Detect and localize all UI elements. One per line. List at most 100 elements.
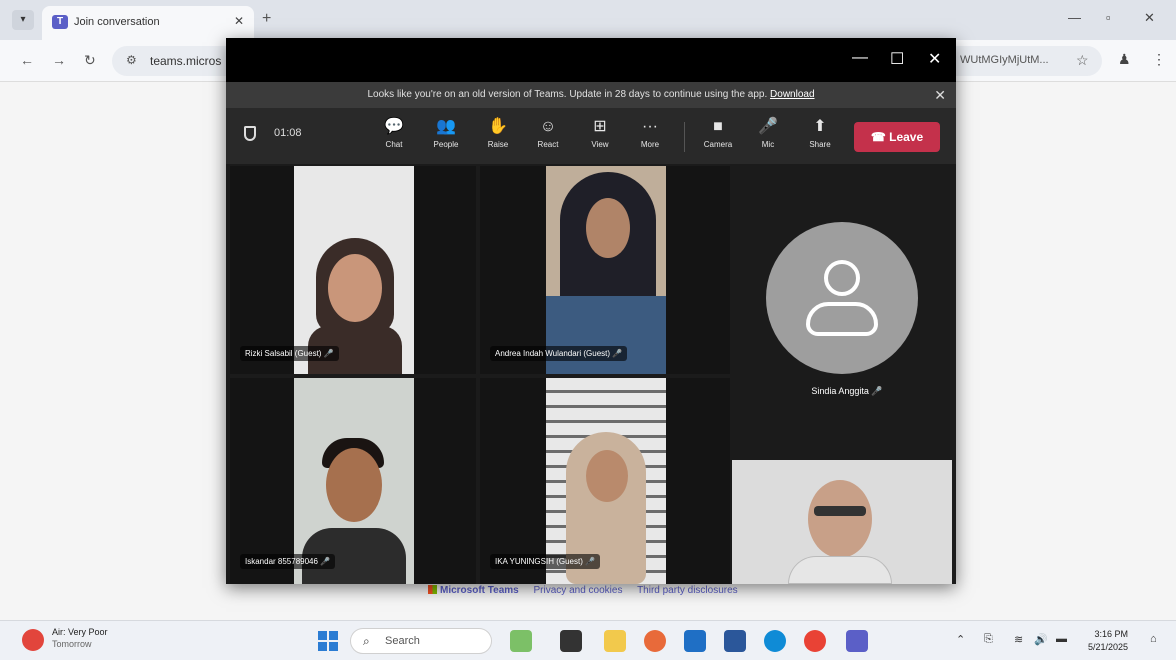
mic-muted-icon: 🎤 (323, 349, 334, 358)
raise-hand-button[interactable]: ✋ Raise (476, 116, 520, 149)
share-icon: ⬆ (813, 118, 827, 135)
taskbar-search[interactable]: ⌕ Search (350, 628, 492, 654)
back-icon[interactable]: ← (20, 52, 34, 68)
glasses-icon (814, 506, 866, 516)
update-banner: Looks like you're on an old version of T… (226, 82, 956, 108)
participant-name-tag: Andrea Indah Wulandari (Guest) 🎤 (490, 346, 628, 361)
site-info-icon[interactable]: ⚙ (126, 53, 137, 67)
hand-icon: ✋ (488, 118, 508, 135)
teams-maximize-icon[interactable]: ☐ (890, 49, 904, 69)
tab-close-icon[interactable]: ✕ (234, 14, 244, 28)
mic-muted-icon: 🎤 (320, 557, 331, 566)
word-icon[interactable] (724, 630, 746, 652)
participant-shoulders (546, 296, 666, 374)
mail-icon[interactable] (684, 630, 706, 652)
chrome-icon[interactable] (804, 630, 826, 652)
download-link[interactable]: Download (770, 89, 814, 100)
participant-video (294, 166, 414, 374)
notification-icon[interactable]: ⌂ (1150, 633, 1157, 645)
maximize-icon[interactable]: ▫ (1106, 10, 1111, 25)
participant-face (586, 198, 630, 258)
system-clock[interactable]: 3:16 PM 5/21/2025 (1088, 628, 1128, 654)
teams-minimize-icon[interactable]: — (852, 49, 868, 67)
photos-icon[interactable] (644, 630, 666, 652)
meeting-controls-bar: 01:08 💬 Chat 👥 People ✋ Raise ☺ React ⊞ … (226, 108, 956, 164)
people-button[interactable]: 👥 People (424, 116, 468, 149)
people-icon: 👥 (436, 118, 456, 135)
more-dots-icon: ··· (642, 118, 658, 135)
mic-muted-icon: 🎤 (585, 557, 596, 566)
mic-button[interactable]: 🎤 Mic (746, 116, 790, 149)
url-text-right: WUtMGIyMjUtM... (960, 54, 1049, 66)
teams-icon[interactable] (846, 630, 868, 652)
task-view-icon[interactable] (560, 630, 582, 652)
close-window-icon[interactable]: ✕ (1144, 10, 1155, 26)
footer-links: Microsoft Teams Privacy and cookies Thir… (428, 585, 750, 596)
video-stage: Rizki Salsabil (Guest) 🎤 Andrea Indah Wu… (226, 164, 956, 584)
participant-face (326, 448, 382, 522)
file-explorer-icon[interactable] (604, 630, 626, 652)
chat-icon: 💬 (384, 118, 404, 135)
meeting-timer: 01:08 (274, 127, 302, 139)
shield-icon (244, 126, 256, 141)
camera-icon: ■ (713, 118, 723, 135)
participant-name-tag: Sindia Anggita 🎤 (811, 386, 883, 396)
teams-favicon-icon: T (52, 15, 68, 29)
widgets-icon[interactable] (510, 630, 532, 652)
participant-name-tag: Rizki Salsabil (Guest) 🎤 (240, 346, 339, 361)
participant-name-tag: Iskandar 855789046 🎤 (240, 554, 336, 569)
participant-avatar (766, 222, 918, 374)
mic-muted-icon: 🎤 (612, 349, 623, 358)
privacy-link[interactable]: Privacy and cookies (534, 585, 623, 596)
more-button[interactable]: ··· More (628, 116, 672, 149)
teams-window: — ☐ ✕ Looks like you're on an old versio… (226, 38, 956, 584)
participant-face (328, 254, 382, 322)
view-button[interactable]: ⊞ View (578, 116, 622, 149)
third-party-link[interactable]: Third party disclosures (637, 585, 738, 596)
leave-button[interactable]: ☎ Leave (854, 122, 940, 152)
teams-titlebar: — ☐ ✕ (226, 38, 956, 82)
camera-button[interactable]: ■ Camera (696, 116, 740, 149)
banner-close-icon[interactable]: ✕ (934, 82, 946, 108)
self-view-tile[interactable] (732, 460, 952, 584)
person-icon (824, 260, 860, 296)
volume-icon[interactable]: 🔊 (1034, 633, 1048, 646)
tab-search-button[interactable]: ▾ (12, 10, 34, 30)
banner-text: Looks like you're on an old version of T… (367, 89, 768, 100)
participant-shoulders (788, 556, 892, 584)
mic-icon: 🎤 (758, 118, 778, 135)
participant-tile[interactable]: Andrea Indah Wulandari (Guest) 🎤 (480, 166, 730, 374)
weather-icon[interactable] (22, 629, 44, 651)
edge-icon[interactable] (764, 630, 786, 652)
teams-close-icon[interactable]: ✕ (928, 49, 941, 69)
menu-dots-icon[interactable]: ⋮ (1152, 51, 1166, 68)
participant-tile[interactable]: Rizki Salsabil (Guest) 🎤 (230, 166, 476, 374)
weather-widget[interactable]: Air: Very Poor Tomorrow (52, 627, 108, 649)
minimize-icon[interactable]: — (1068, 10, 1081, 25)
tray-overflow-icon[interactable]: ⌃ (956, 633, 965, 646)
reload-icon[interactable]: ↻ (84, 52, 96, 69)
react-button[interactable]: ☺ React (526, 116, 570, 149)
participant-face (808, 480, 872, 558)
bookmark-star-icon[interactable]: ☆ (1076, 52, 1089, 69)
participant-face (586, 450, 628, 502)
wifi-icon[interactable]: ≋ (1014, 633, 1023, 646)
browser-tab[interactable]: T Join conversation ✕ (42, 6, 254, 40)
microsoft-logo-icon (428, 585, 437, 594)
participant-tile[interactable]: Iskandar 855789046 🎤 (230, 378, 476, 584)
usb-icon[interactable]: ⎘ (984, 633, 993, 646)
new-tab-button[interactable]: + (262, 10, 271, 28)
tab-title: Join conversation (74, 16, 160, 28)
microsoft-teams-link[interactable]: Microsoft Teams (428, 585, 519, 596)
participant-tile[interactable]: IKA YUNINGSIH (Guest) 🎤 (480, 378, 730, 584)
share-button[interactable]: ⬆ Share (798, 116, 842, 149)
chat-button[interactable]: 💬 Chat (372, 116, 416, 149)
forward-icon[interactable]: → (52, 52, 66, 68)
start-icon[interactable] (318, 631, 338, 651)
extension-icon[interactable]: ♟ (1118, 51, 1131, 68)
battery-icon[interactable]: ▬ (1056, 633, 1067, 645)
grid-icon: ⊞ (593, 118, 607, 135)
participant-video (546, 166, 666, 374)
mic-muted-icon: 🎤 (871, 386, 883, 396)
phone-hangup-icon: ☎ (870, 130, 886, 144)
